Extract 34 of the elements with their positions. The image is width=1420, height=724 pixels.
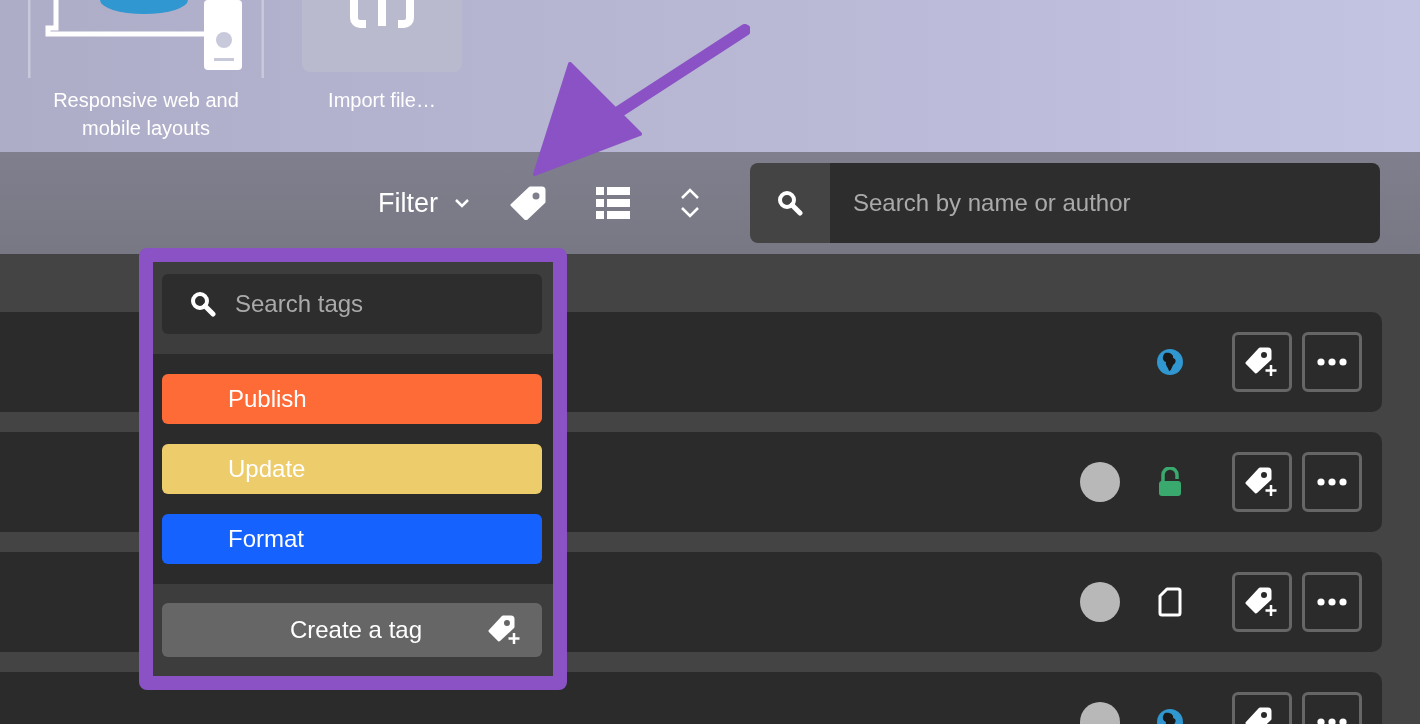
- filter-dropdown[interactable]: Filter: [378, 187, 470, 219]
- ellipsis-icon: [1317, 478, 1347, 486]
- tag-plus-icon: [1245, 587, 1279, 617]
- tag-option[interactable]: Update: [162, 444, 542, 494]
- ellipsis-icon: [1317, 598, 1347, 606]
- more-options-button[interactable]: [1302, 572, 1362, 632]
- chevron-down-icon: [454, 198, 470, 208]
- template-label[interactable]: Import file…: [328, 86, 436, 114]
- tag-plus-icon: [488, 615, 522, 645]
- add-tag-button[interactable]: [1232, 572, 1292, 632]
- tag-search-field[interactable]: Search tags: [162, 274, 542, 334]
- document-icon: [1158, 587, 1182, 617]
- tag-plus-icon: [1245, 467, 1279, 497]
- search-icon: [777, 190, 803, 216]
- more-options-button[interactable]: [1302, 332, 1362, 392]
- ellipsis-icon: [1317, 358, 1347, 366]
- more-options-button[interactable]: [1302, 452, 1362, 512]
- template-label[interactable]: Responsive web and mobile layouts: [53, 86, 239, 142]
- laptop-and-phone-icon[interactable]: [28, 0, 264, 78]
- sort-icon[interactable]: [680, 187, 700, 219]
- search-field[interactable]: Search by name or author: [830, 163, 1380, 243]
- globe-icon: [1156, 348, 1184, 376]
- tag-option[interactable]: Format: [162, 514, 542, 564]
- unlocked-padlock-icon: [1158, 467, 1182, 497]
- tag-option[interactable]: Publish: [162, 374, 542, 424]
- add-tag-button[interactable]: [1232, 452, 1292, 512]
- ellipsis-icon: [1317, 718, 1347, 724]
- list-view-icon[interactable]: [596, 187, 630, 219]
- create-tag-button[interactable]: Create a tag: [162, 603, 542, 657]
- search-button[interactable]: [750, 163, 830, 243]
- tag-plus-icon: [1245, 347, 1279, 377]
- add-tag-button[interactable]: [1232, 332, 1292, 392]
- tag-icon[interactable]: [510, 186, 546, 220]
- search-icon: [190, 291, 216, 317]
